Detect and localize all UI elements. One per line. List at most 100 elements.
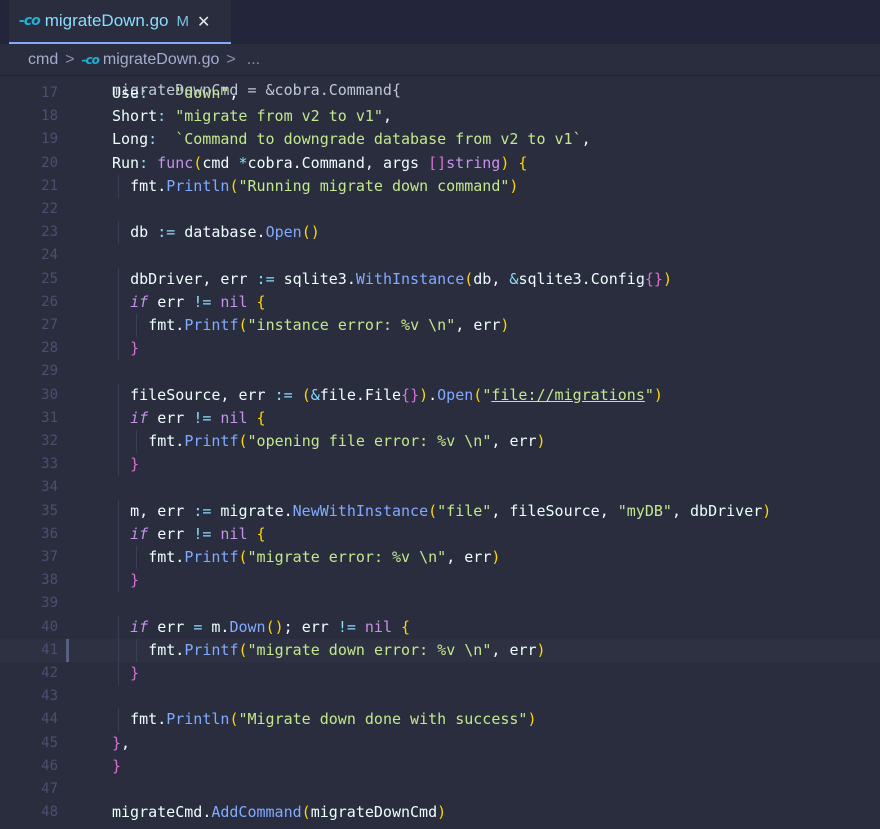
code-line-42[interactable]: 42}	[0, 662, 880, 686]
breadcrumb-folder-cmd[interactable]: cmd	[28, 51, 58, 69]
line-number: 35	[41, 502, 58, 519]
line-number: 36	[41, 525, 58, 542]
code-line-17[interactable]: 17 Use: "down",	[0, 82, 880, 105]
code-line-29[interactable]: 29	[0, 360, 880, 383]
code-line-18[interactable]: 18 Short: "migrate from v2 to v1",	[0, 105, 880, 128]
code-line-38[interactable]: 38}	[0, 569, 880, 593]
line-number: 29	[41, 363, 58, 380]
code-line-22[interactable]: 22	[0, 198, 880, 221]
indent-guide	[136, 314, 138, 338]
code-line-21[interactable]: 21 fmt.Println("Running migrate down comm…	[0, 174, 880, 198]
line-number: 30	[41, 386, 58, 403]
code-text: fmt.Println("Migrate down done with succ…	[130, 710, 537, 729]
line-number: 34	[41, 479, 58, 496]
code-text: migrateCmd.AddCommand(migrateDownCmd)	[112, 803, 447, 822]
code-text: }	[112, 756, 122, 775]
indent-guide	[118, 638, 119, 662]
line-number: 26	[41, 293, 58, 310]
code-editor[interactable]: migrateDownCmd = &cobra.Command{ 17 Use: …	[0, 58, 880, 829]
code-line-44[interactable]: 44 fmt.Println("Migrate down done with su…	[0, 708, 880, 732]
code-line-28[interactable]: 28}	[0, 337, 880, 361]
indent-guide	[118, 569, 119, 593]
indent-guide	[118, 615, 119, 639]
code-line-46[interactable]: 46}	[0, 755, 880, 778]
code-text: if err != nil {	[130, 524, 266, 543]
line-number: 47	[41, 781, 58, 797]
line-number: 28	[41, 340, 58, 357]
code-line-33[interactable]: 33}	[0, 453, 880, 477]
line-number: 40	[41, 618, 58, 635]
line-number: 25	[41, 270, 58, 287]
tab-migratedown-go[interactable]: -co migrateDown.go M ✕	[9, 0, 231, 44]
code-line-19[interactable]: 19 Long: `Command to downgrade database f…	[0, 128, 880, 151]
code-text: }	[130, 339, 140, 358]
code-line-39[interactable]: 39	[0, 592, 880, 615]
go-file-icon: -co	[19, 13, 41, 29]
line-number: 17	[41, 85, 58, 101]
indent-guide	[118, 290, 119, 314]
code-line-41[interactable]: 41 fmt.Printf("migrate down error: %v \n"…	[0, 638, 880, 662]
code-line-25[interactable]: 25 dbDriver, err := sqlite3.WithInstance(…	[0, 267, 880, 291]
indent-guide	[118, 453, 119, 477]
close-icon[interactable]: ✕	[197, 12, 210, 31]
indent-guide	[118, 662, 119, 686]
code-text: fmt.Printf("migrate down error: %v \n", …	[148, 640, 546, 659]
line-number: 43	[41, 688, 58, 705]
line-number: 32	[41, 433, 58, 449]
indent-guide	[118, 383, 119, 407]
tab-bar: -co migrateDown.go M ✕	[0, 0, 880, 44]
indent-guide	[136, 546, 138, 570]
indent-guide	[118, 522, 119, 546]
line-number: 18	[41, 108, 58, 125]
code-line-31[interactable]: 31 if err != nil {	[0, 406, 880, 430]
line-number: 24	[41, 247, 58, 264]
code-line-20[interactable]: 20 Run: func(cmd *cobra.Command, args []s…	[0, 152, 880, 175]
line-number: 20	[41, 154, 58, 171]
code-line-43[interactable]: 43	[0, 685, 880, 708]
breadcrumb-more[interactable]: ...	[247, 51, 260, 69]
code-line-23[interactable]: 23 db := database.Open()	[0, 221, 880, 245]
code-line-32[interactable]: 32 fmt.Printf("opening file error: %v \n"…	[0, 430, 880, 454]
indent-guide	[118, 267, 119, 291]
line-number: 46	[41, 757, 58, 774]
code-line-27[interactable]: 27 fmt.Printf("instance error: %v \n", er…	[0, 314, 880, 338]
line-number: 39	[41, 595, 58, 612]
code-text: m, err := migrate.NewWithInstance("file"…	[130, 501, 772, 520]
code-line-40[interactable]: 40 if err = m.Down(); err != nil {	[0, 615, 880, 639]
code-line-37[interactable]: 37 fmt.Printf("migrate error: %v \n", err…	[0, 546, 880, 570]
code-line-35[interactable]: 35 m, err := migrate.NewWithInstance("fil…	[0, 499, 880, 523]
code-text: fmt.Println("Running migrate down comman…	[130, 176, 519, 195]
code-text: }	[130, 455, 140, 474]
code-text: fmt.Printf("migrate error: %v \n", err)	[148, 548, 501, 566]
indent-guide	[136, 638, 138, 662]
code-text: fileSource, err := (&file.File{}).Open("…	[130, 385, 663, 404]
code-line-26[interactable]: 26 if err != nil {	[0, 290, 880, 314]
indent-guide	[118, 174, 119, 198]
code-line-24[interactable]: 24	[0, 244, 880, 267]
line-number: 21	[41, 177, 58, 194]
code-text: fmt.Printf("opening file error: %v \n", …	[148, 432, 546, 450]
code-line-34[interactable]: 34	[0, 476, 880, 499]
go-file-icon: -co	[81, 52, 100, 67]
code-text: dbDriver, err := sqlite3.WithInstance(db…	[130, 269, 672, 288]
code-line-30[interactable]: 30 fileSource, err := (&file.File{}).Open…	[0, 383, 880, 407]
code-text: if err != nil {	[130, 292, 266, 311]
code-line-48[interactable]: 48 migrateCmd.AddCommand(migrateDownCmd)	[0, 801, 880, 824]
indent-guide	[118, 546, 119, 570]
code-line-36[interactable]: 36 if err != nil {	[0, 522, 880, 546]
breadcrumb-file[interactable]: migrateDown.go	[103, 51, 220, 69]
code-text: fmt.Printf("instance error: %v \n", err)	[148, 316, 510, 334]
line-number: 44	[41, 711, 58, 728]
indent-guide	[118, 221, 119, 245]
line-number: 37	[41, 549, 58, 565]
code-text: db := database.Open()	[130, 223, 320, 242]
code-text: if err != nil {	[130, 408, 266, 427]
code-line-45[interactable]: 45},	[0, 732, 880, 755]
breadcrumb: cmd > -co migrateDown.go > ...	[0, 44, 880, 76]
line-number: 23	[41, 224, 58, 241]
line-number: 27	[41, 317, 58, 333]
tab-filename: migrateDown.go	[44, 11, 169, 30]
code-line-47[interactable]: 47	[0, 778, 880, 801]
line-number: 42	[41, 665, 58, 681]
chevron-right-icon: >	[65, 50, 75, 68]
